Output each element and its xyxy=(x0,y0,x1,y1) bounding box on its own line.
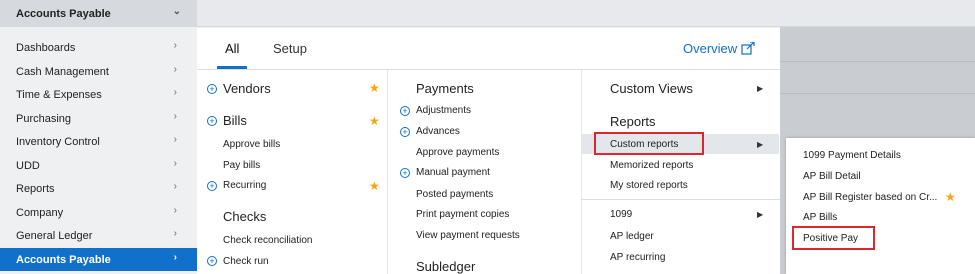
approve-payments-link[interactable]: Approve payments xyxy=(416,147,499,158)
sidebar-item-inventory-control[interactable]: Inventory Control › xyxy=(0,130,197,153)
section-divider xyxy=(581,199,780,200)
sidebar-item-label: Time & Expenses xyxy=(16,88,102,101)
sidebar-item-general-ledger[interactable]: General Ledger › xyxy=(0,224,197,247)
overview-label: Overview xyxy=(683,41,738,56)
module-selector[interactable]: Accounts Payable ⌄ xyxy=(0,0,197,27)
tab-bar: All Setup Overview xyxy=(197,28,780,70)
custom-reports-flyout: 1099 Payment Details AP Bill Detail AP B… xyxy=(786,138,975,274)
custom-reports-link[interactable]: Custom reports xyxy=(610,139,678,150)
add-vendor-icon[interactable]: + xyxy=(207,84,217,94)
adjustments-link[interactable]: Adjustments xyxy=(416,105,471,116)
ap-recurring-link[interactable]: AP recurring xyxy=(610,252,665,263)
external-link-icon xyxy=(741,42,755,55)
star-icon[interactable]: ★ xyxy=(369,114,380,128)
sidebar-item-cash-management[interactable]: Cash Management › xyxy=(0,60,197,83)
sidebar-item-reports[interactable]: Reports › xyxy=(0,177,197,200)
chevron-down-icon: ⌄ xyxy=(172,6,181,17)
subledger-link[interactable]: Subledger xyxy=(416,259,475,274)
manual-payment-link[interactable]: Manual payment xyxy=(416,167,490,178)
flyout-item-ap-bill-detail[interactable]: AP Bill Detail xyxy=(803,171,861,182)
custom-views-link[interactable]: Custom Views xyxy=(610,81,693,96)
checks-link[interactable]: Checks xyxy=(223,209,266,224)
sidebar-item-time-expenses[interactable]: Time & Expenses › xyxy=(0,83,197,106)
add-adjustment-icon[interactable]: + xyxy=(400,106,410,116)
r1099-link[interactable]: 1099 xyxy=(610,209,632,220)
add-bill-icon[interactable]: + xyxy=(207,116,217,126)
chevron-right-icon: › xyxy=(173,228,177,239)
chevron-right-icon: › xyxy=(173,134,177,145)
chevron-right-icon: › xyxy=(173,158,177,169)
advances-link[interactable]: Advances xyxy=(416,126,460,137)
sidebar-item-label: General Ledger xyxy=(16,229,93,242)
sidebar-item-label: Purchasing xyxy=(16,112,72,125)
my-stored-reports-link[interactable]: My stored reports xyxy=(610,180,688,191)
chevron-right-icon: › xyxy=(173,87,177,98)
background-divider xyxy=(780,61,975,62)
tab-divider xyxy=(197,69,780,70)
column-divider xyxy=(387,70,388,274)
posted-payments-link[interactable]: Posted payments xyxy=(416,189,493,200)
add-recurring-icon[interactable]: + xyxy=(207,181,217,191)
bills-link[interactable]: Bills xyxy=(223,113,247,128)
add-check-run-icon[interactable]: + xyxy=(207,256,217,266)
chevron-right-icon: › xyxy=(173,205,177,216)
chevron-right-icon: › xyxy=(173,40,177,51)
sidebar-item-udd[interactable]: UDD › xyxy=(0,154,197,177)
vendors-link[interactable]: Vendors xyxy=(223,81,271,96)
chevron-right-icon: › xyxy=(173,181,177,192)
chevron-right-icon: › xyxy=(173,64,177,75)
check-reconciliation-link[interactable]: Check reconciliation xyxy=(223,235,313,246)
module-selector-label: Accounts Payable xyxy=(16,7,111,20)
caret-right-icon: ▶ xyxy=(757,84,764,93)
caret-right-icon: ▶ xyxy=(757,140,764,149)
ap-ledger-link[interactable]: AP ledger xyxy=(610,231,654,242)
reports-heading: Reports xyxy=(610,114,656,129)
check-run-link[interactable]: Check run xyxy=(223,256,269,267)
memorized-reports-link[interactable]: Memorized reports xyxy=(610,160,693,171)
sidebar-item-purchasing[interactable]: Purchasing › xyxy=(0,107,197,130)
view-payment-requests-link[interactable]: View payment requests xyxy=(416,230,520,241)
flyout-item-1099-payment-details[interactable]: 1099 Payment Details xyxy=(803,150,901,161)
star-icon[interactable]: ★ xyxy=(369,179,380,193)
sidebar-item-label: Reports xyxy=(16,182,55,195)
sidebar-item-accounts-payable[interactable]: Accounts Payable › xyxy=(0,248,197,271)
sidebar-item-label: Company xyxy=(16,206,64,219)
star-icon[interactable]: ★ xyxy=(369,81,380,95)
print-payment-copies-link[interactable]: Print payment copies xyxy=(416,209,509,220)
sidebar-item-label: Accounts Payable xyxy=(16,253,111,266)
payments-link[interactable]: Payments xyxy=(416,81,474,96)
sidebar-item-label: UDD xyxy=(16,159,40,172)
overview-link[interactable]: Overview xyxy=(683,41,755,56)
sidebar-item-label: Inventory Control xyxy=(16,135,100,148)
flyout-item-positive-pay[interactable]: Positive Pay xyxy=(803,233,858,244)
recurring-link[interactable]: Recurring xyxy=(223,180,266,191)
tab-setup[interactable]: Setup xyxy=(273,41,307,56)
chevron-right-icon: › xyxy=(173,111,177,122)
sidebar: Dashboards › Cash Management › Time & Ex… xyxy=(0,36,197,274)
chevron-right-icon: › xyxy=(173,252,177,263)
tab-all[interactable]: All xyxy=(225,41,239,56)
flyout-item-ap-bills[interactable]: AP Bills xyxy=(803,212,837,223)
sidebar-item-dashboards[interactable]: Dashboards › xyxy=(0,36,197,59)
add-advance-icon[interactable]: + xyxy=(400,127,410,137)
flyout-item-ap-bill-register[interactable]: AP Bill Register based on Cr... xyxy=(803,192,937,203)
sidebar-item-label: Dashboards xyxy=(16,41,76,54)
star-icon[interactable]: ★ xyxy=(945,190,956,204)
top-bar: Accounts Payable ⌄ xyxy=(0,0,975,27)
column-divider xyxy=(581,70,582,274)
pay-bills-link[interactable]: Pay bills xyxy=(223,160,260,171)
menu-panel: All Setup Overview + Vendors ★ + Bills ★… xyxy=(197,28,780,274)
sidebar-item-company[interactable]: Company › xyxy=(0,201,197,224)
sidebar-item-label: Cash Management xyxy=(16,65,109,78)
background-divider xyxy=(780,93,975,94)
add-manual-payment-icon[interactable]: + xyxy=(400,168,410,178)
approve-bills-link[interactable]: Approve bills xyxy=(223,139,280,150)
caret-right-icon: ▶ xyxy=(757,210,764,219)
